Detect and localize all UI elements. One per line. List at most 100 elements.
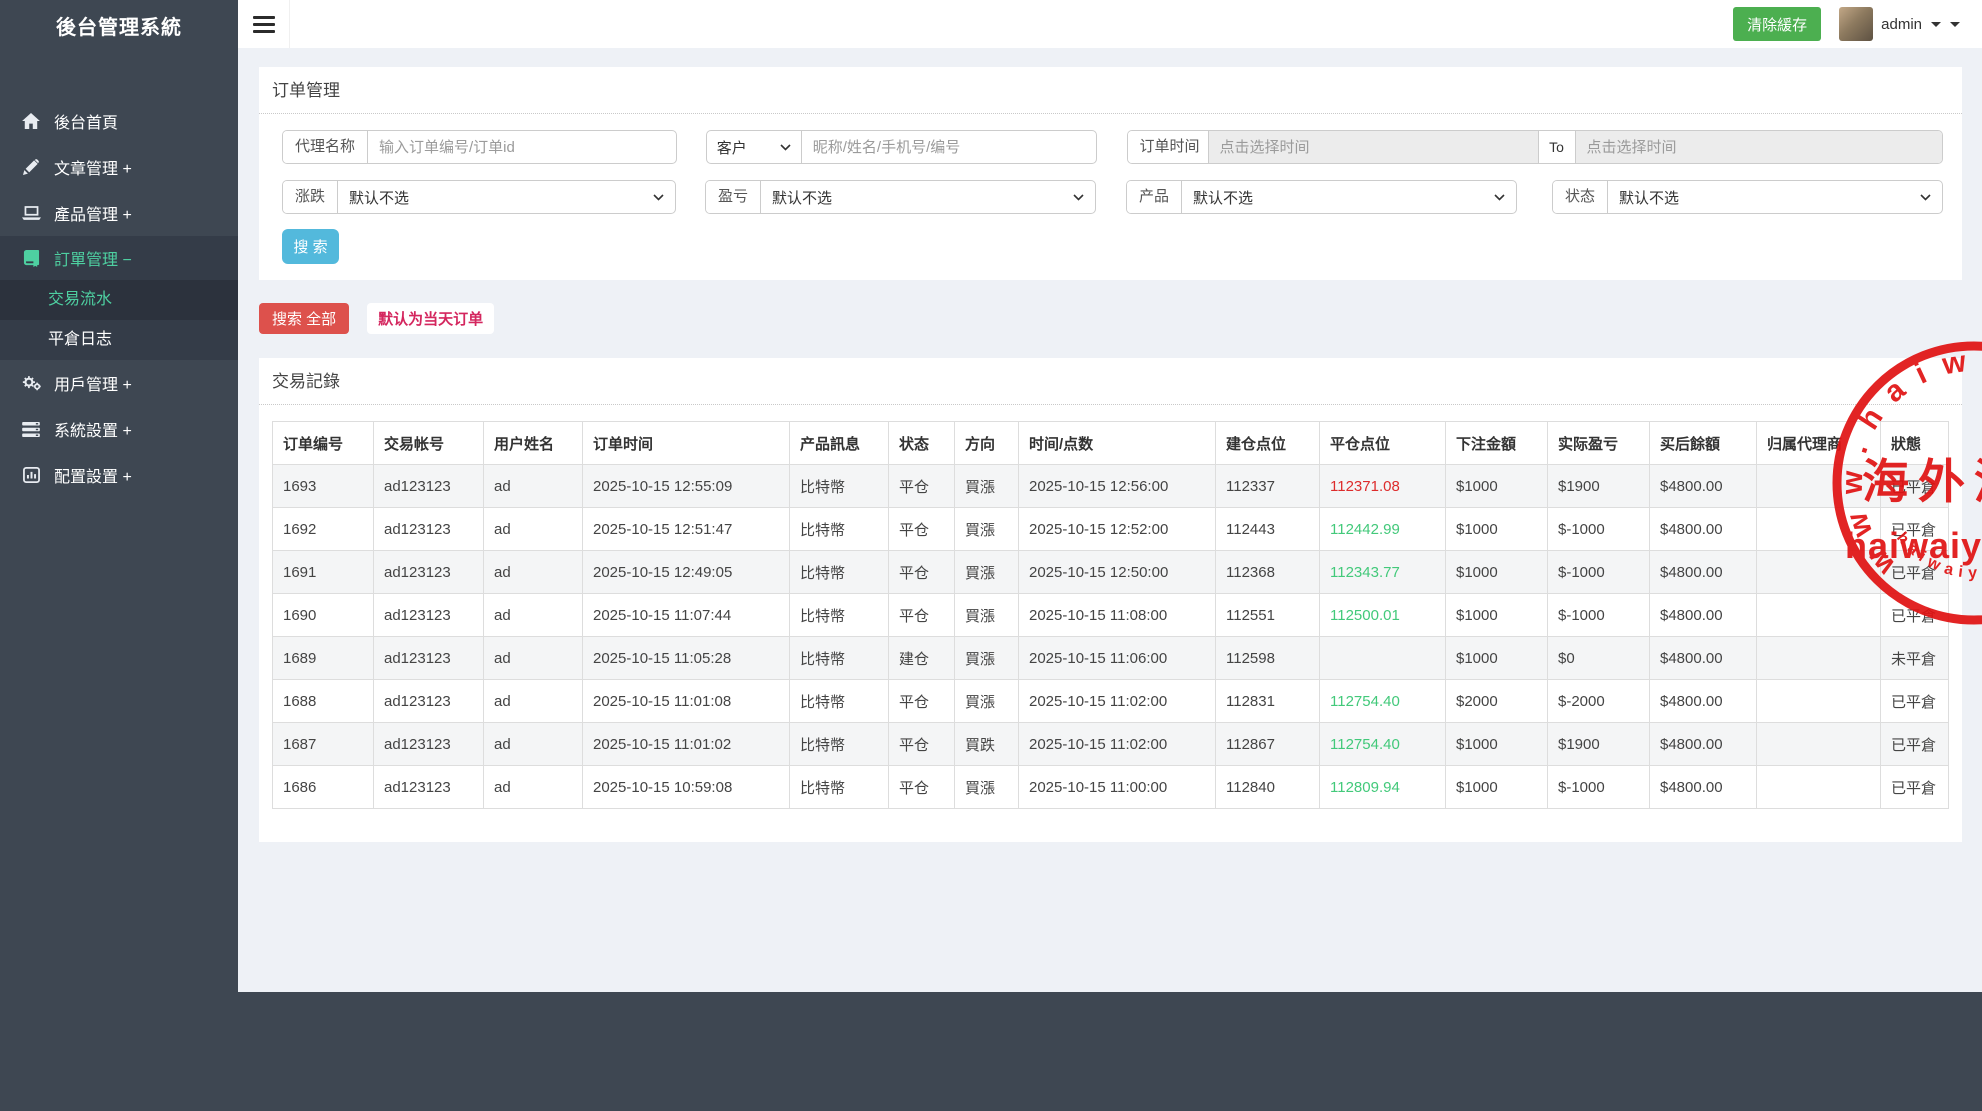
table-header-cell: 订单编号 — [272, 421, 374, 465]
table-cell: $1900 — [1547, 464, 1650, 508]
sidebar-item-system[interactable]: 系統設置 + — [0, 406, 238, 452]
customer-select[interactable]: 客户 — [707, 131, 802, 163]
search-all-button[interactable]: 搜索 全部 — [259, 303, 350, 334]
sidebar-item-orders[interactable]: 訂單管理 − — [0, 236, 238, 280]
status-filter-group: 状态 默认不选 — [1552, 180, 1943, 214]
table-header-cell: 买后餘額 — [1649, 421, 1757, 465]
sidebar-item-config[interactable]: 配置設置 + — [0, 452, 238, 498]
table-cell: 1686 — [272, 765, 374, 809]
clear-cache-button[interactable]: 清除緩存 — [1733, 7, 1822, 41]
table-cell: 1690 — [272, 593, 374, 637]
sidebar-item-users[interactable]: 用戶管理 + — [0, 360, 238, 406]
actions-row: 搜索 全部 默认为当天订单 — [259, 303, 1962, 334]
table-row: 1687 ad123123 ad 2025-10-15 11:01:02 比特幣 平仓 買跌… — [272, 722, 1949, 766]
caret-down-icon[interactable] — [1931, 21, 1941, 27]
chevron-down-icon — [1920, 193, 1931, 201]
table-cell: $-1000 — [1547, 765, 1650, 809]
table-header-cell: 时间/点数 — [1018, 421, 1216, 465]
table-cell: $4800.00 — [1649, 722, 1757, 766]
table-header-row: 订单编号 交易帐号 用户姓名 订单时间 产品訊息 状态 方向 时间/点数 建仓点位 平仓点位 下注金… — [272, 421, 1949, 465]
search-button[interactable]: 搜 索 — [282, 229, 339, 264]
pencil-icon — [20, 159, 42, 175]
table-cell: 比特幣 — [789, 507, 889, 551]
table-cell: 112500.01 — [1319, 593, 1446, 637]
table-cell: 112840 — [1215, 765, 1320, 809]
table-cell: 2025-10-15 11:02:00 — [1018, 679, 1216, 723]
chevron-down-icon — [1073, 193, 1084, 201]
book-icon — [20, 249, 42, 267]
chevron-down-icon — [653, 193, 664, 201]
table-cell — [1756, 464, 1881, 508]
table-cell: $4800.00 — [1649, 464, 1757, 508]
table-cell: 比特幣 — [789, 593, 889, 637]
product-select[interactable]: 默认不选 — [1182, 181, 1516, 213]
status-select[interactable]: 默认不选 — [1608, 181, 1942, 213]
table-cell: ad — [483, 550, 583, 594]
panel-title: 订单管理 — [259, 67, 1962, 114]
sidebar-item-label: 用戶管理 + — [54, 377, 132, 394]
time-to-input[interactable] — [1575, 131, 1942, 163]
filter-row-1: 代理名称 客户 订单时间 To — [282, 130, 1943, 164]
avatar[interactable] — [1839, 7, 1874, 41]
table-cell: $4800.00 — [1649, 507, 1757, 551]
table-cell: ad123123 — [373, 507, 484, 551]
sidebar-item-home[interactable]: 後台首頁 — [0, 98, 238, 144]
table-row: 1689 ad123123 ad 2025-10-15 11:05:28 比特幣 建仓 買漲… — [272, 636, 1949, 680]
table-header-cell: 建仓点位 — [1215, 421, 1320, 465]
topbar: 清除緩存 admin — [238, 0, 1982, 48]
orders-submenu: 交易流水 平倉日志 — [0, 280, 238, 360]
customer-input[interactable] — [801, 131, 1096, 163]
table-cell: 2025-10-15 11:01:08 — [582, 679, 790, 723]
table-cell: 未平倉 — [1880, 636, 1949, 680]
table-header-cell: 交易帐号 — [373, 421, 484, 465]
time-from-input[interactable] — [1208, 131, 1538, 163]
records-panel: 交易記錄 订单编号 交易帐号 用户姓名 订单时间 产品訊息 状态 方向 时间/点数 建仓点位 平仓… — [259, 358, 1962, 842]
table-cell: 1693 — [272, 464, 374, 508]
table-header-cell: 用户姓名 — [483, 421, 583, 465]
sidebar-item-close-log[interactable]: 平倉日志 — [0, 320, 238, 360]
status-label: 状态 — [1553, 181, 1609, 213]
table-cell: 2025-10-15 11:00:00 — [1018, 765, 1216, 809]
table-cell: 已平倉 — [1880, 679, 1949, 723]
filter-row-2: 涨跌 默认不选 盈亏 默认不选 产品 默认不选 状态 默认不选 — [282, 180, 1943, 214]
sidebar-item-products[interactable]: 產品管理 + — [0, 190, 238, 236]
sidebar-item-articles[interactable]: 文章管理 + — [0, 144, 238, 190]
table-cell: 平仓 — [888, 507, 955, 551]
table-cell: 2025-10-15 12:51:47 — [582, 507, 790, 551]
table-cell: 平仓 — [888, 765, 955, 809]
table-cell: 2025-10-15 11:05:28 — [582, 636, 790, 680]
table-cell: $1000 — [1445, 636, 1548, 680]
table-row: 1693 ad123123 ad 2025-10-15 12:55:09 比特幣 平仓 買漲… — [272, 464, 1949, 508]
table-cell: $4800.00 — [1649, 765, 1757, 809]
table-cell: 比特幣 — [789, 550, 889, 594]
table-cell: $-2000 — [1547, 679, 1650, 723]
agent-input[interactable] — [368, 131, 676, 163]
table-cell: 平仓 — [888, 679, 955, 723]
table-cell: 112754.40 — [1319, 722, 1446, 766]
table-cell: 買漲 — [954, 464, 1019, 508]
sidebar-item-transaction-flow[interactable]: 交易流水 — [0, 280, 238, 320]
records-tbody: 1693 ad123123 ad 2025-10-15 12:55:09 比特幣 平仓 買漲… — [272, 464, 1949, 809]
table-cell: 1689 — [272, 636, 374, 680]
table-cell: $1000 — [1445, 722, 1548, 766]
table-cell: 2025-10-15 12:49:05 — [582, 550, 790, 594]
caret-down-icon[interactable] — [1950, 21, 1960, 27]
sidebar-toggle-button[interactable] — [238, 0, 290, 48]
table-cell: 2025-10-15 11:06:00 — [1018, 636, 1216, 680]
table-cell: 1687 — [272, 722, 374, 766]
updown-select[interactable]: 默认不选 — [338, 181, 675, 213]
profit-select[interactable]: 默认不选 — [761, 181, 1095, 213]
table-header-cell: 方向 — [954, 421, 1019, 465]
table-cell: 2025-10-15 10:59:08 — [582, 765, 790, 809]
topbar-right: 清除緩存 admin — [1733, 7, 1982, 41]
table-cell: 比特幣 — [789, 636, 889, 680]
sidebar-item-label: 訂單管理 − — [54, 252, 132, 269]
sidebar-item-label: 系統設置 + — [54, 423, 132, 440]
updown-filter-group: 涨跌 默认不选 — [282, 180, 676, 214]
table-cell: 1691 — [272, 550, 374, 594]
table-cell: $-1000 — [1547, 593, 1650, 637]
table-header-cell: 下注金額 — [1445, 421, 1548, 465]
table-cell: 已平倉 — [1880, 765, 1949, 809]
table-cell: ad123123 — [373, 765, 484, 809]
username[interactable]: admin — [1881, 16, 1922, 33]
